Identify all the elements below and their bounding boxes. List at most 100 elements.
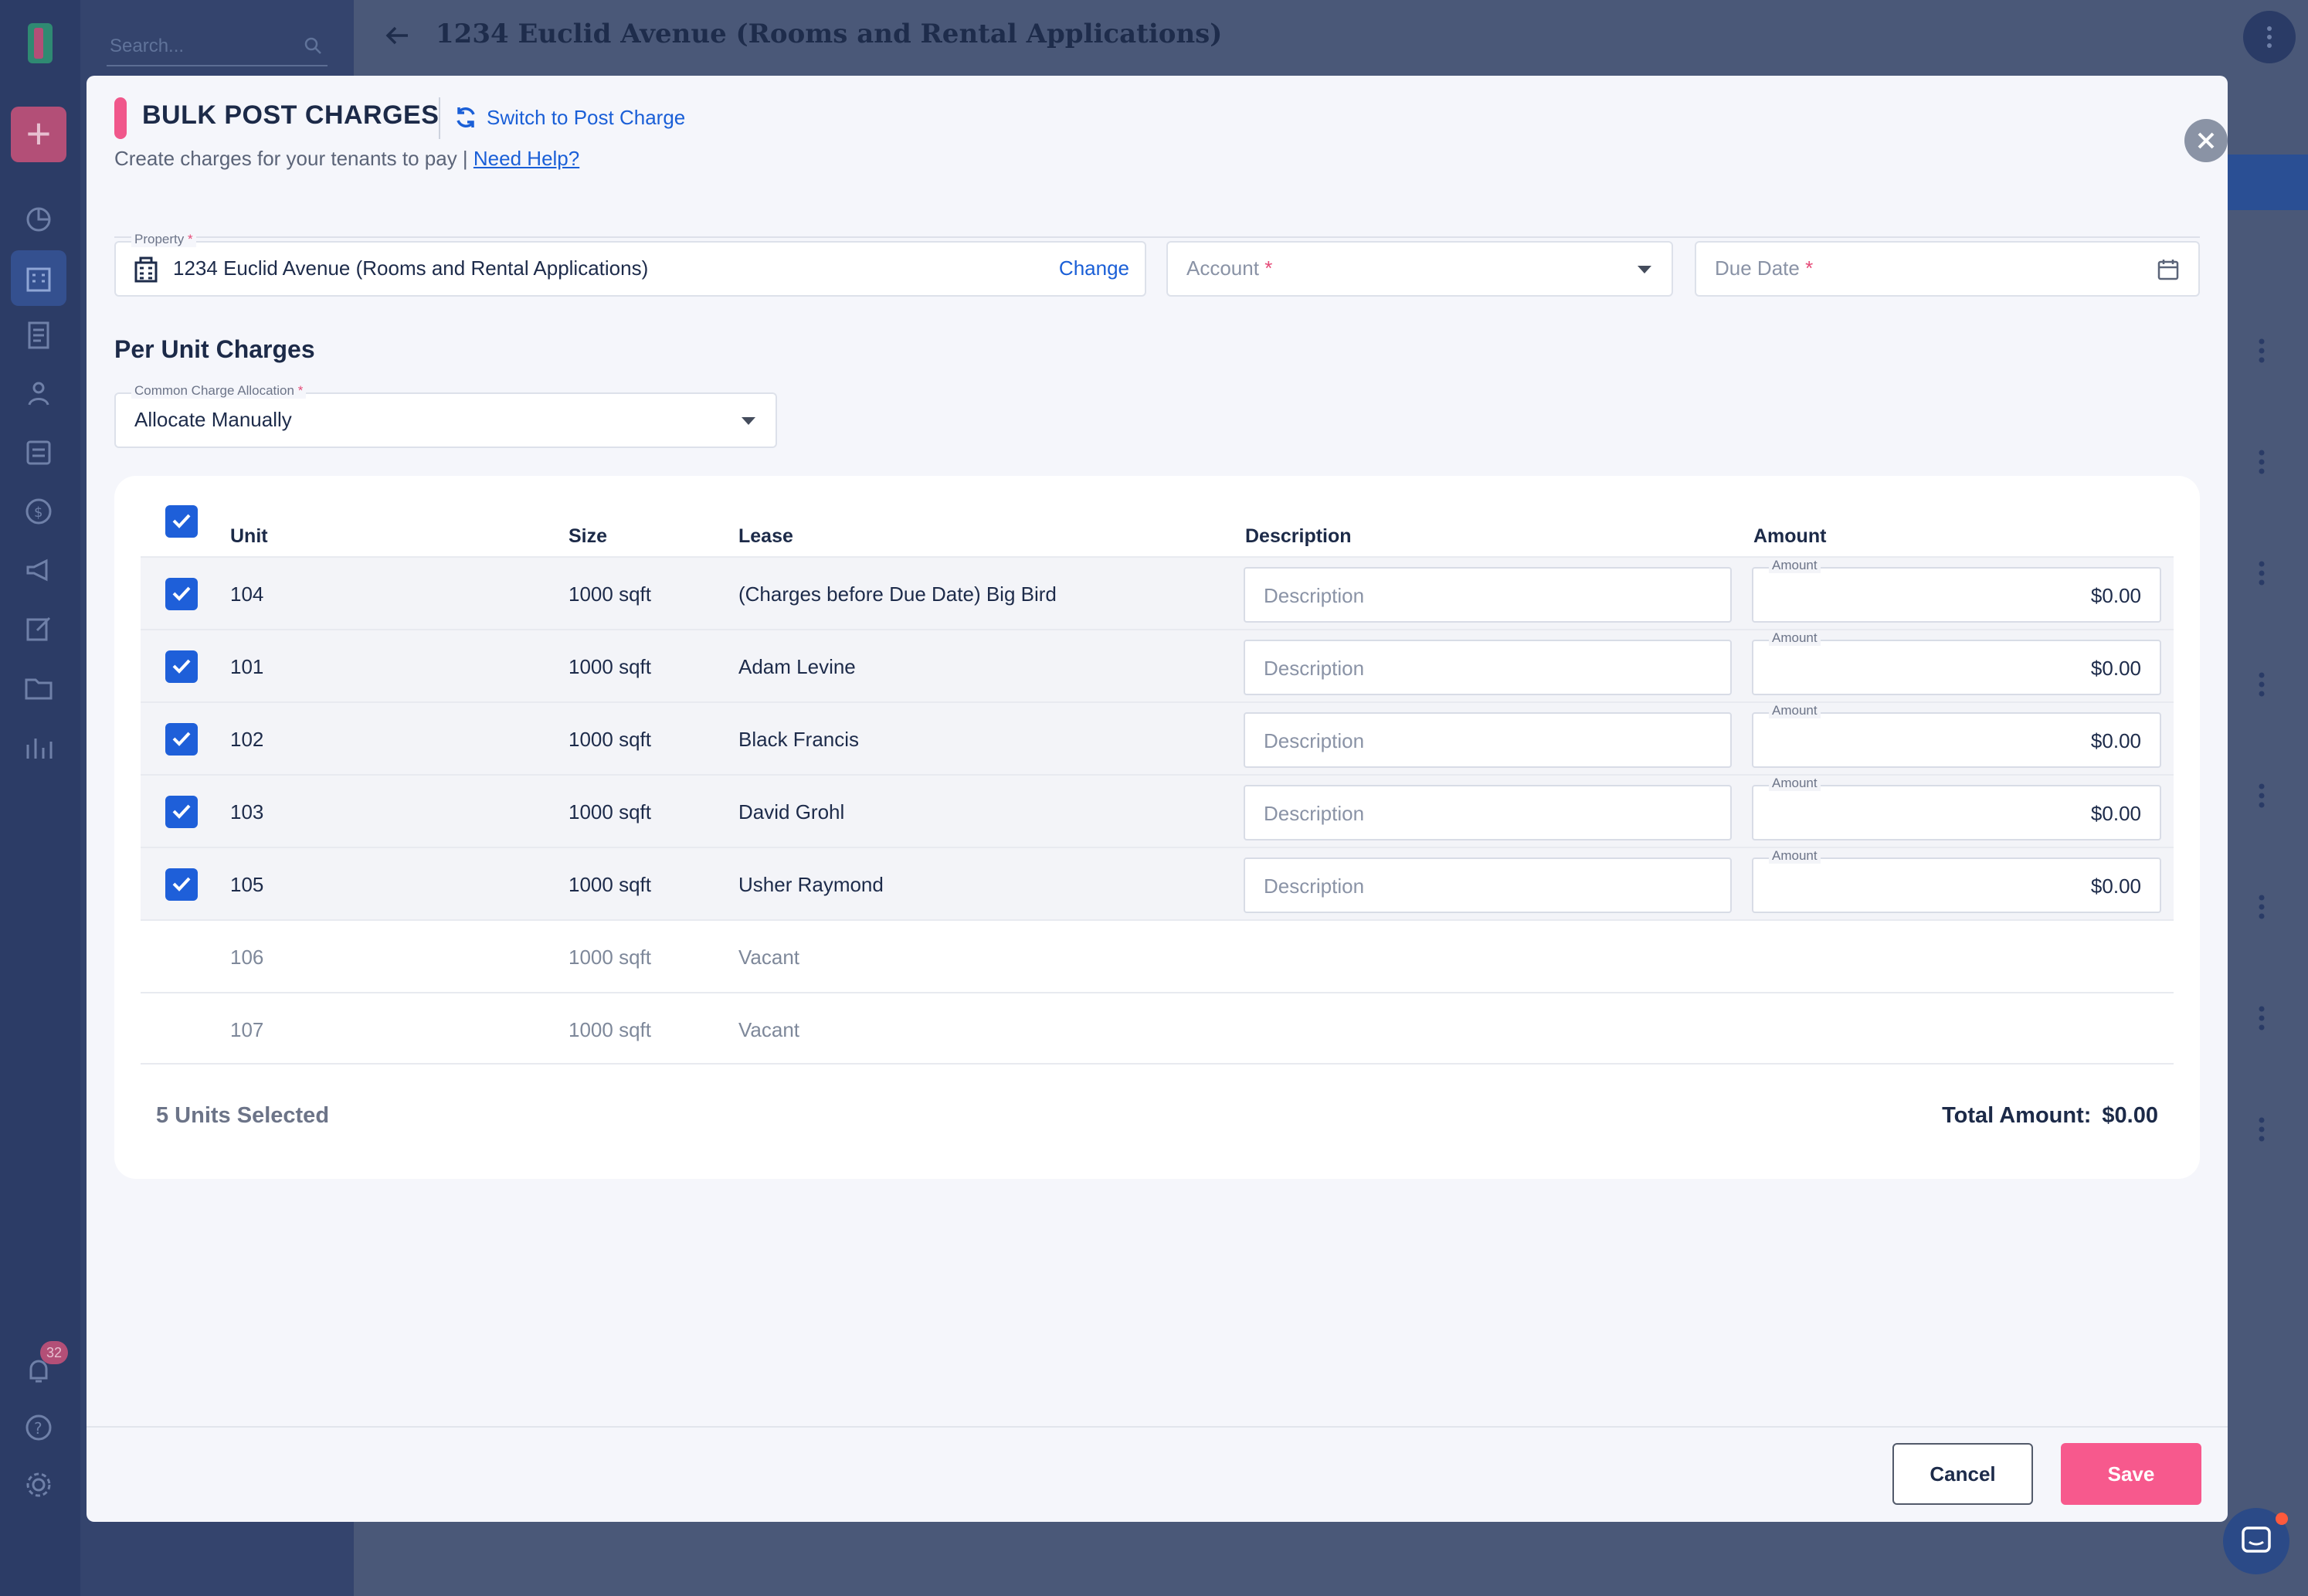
lease-cell: Vacant: [738, 946, 800, 969]
amount-value: $0.00: [2090, 874, 2141, 898]
unit-cell: 103: [230, 800, 264, 823]
tasks-icon[interactable]: [22, 436, 56, 470]
gear-icon[interactable]: [22, 1468, 56, 1502]
description-placeholder: Description: [1264, 874, 1365, 898]
description-input[interactable]: Description: [1244, 857, 1732, 913]
charge-allocation-select[interactable]: Common Charge Allocation * Allocate Manu…: [114, 383, 777, 448]
people-icon[interactable]: [22, 377, 56, 411]
select-all-checkbox[interactable]: [165, 505, 198, 538]
kebab-icon: [2259, 1006, 2265, 1031]
kebab-icon: [2259, 672, 2265, 697]
building-icon: [26, 267, 51, 292]
reports-icon[interactable]: [22, 729, 56, 763]
amount-input[interactable]: Amount $0.00: [1752, 703, 2161, 768]
check-icon: [172, 732, 191, 746]
description-input[interactable]: Description: [1244, 785, 1732, 840]
lease-cell: Adam Levine: [738, 655, 856, 678]
row-checkbox[interactable]: [165, 868, 198, 901]
switch-link-label: Switch to Post Charge: [487, 105, 686, 129]
search-icon: [304, 37, 321, 54]
check-icon: [172, 877, 191, 891]
account-select[interactable]: Account *: [1166, 241, 1673, 297]
calendar-icon[interactable]: [2157, 258, 2180, 281]
modal-header: BULK POST CHARGES Switch to Post Charge …: [114, 97, 2228, 238]
check-icon: [172, 514, 191, 528]
header-amount: Amount: [1753, 525, 1827, 547]
header-size: Size: [569, 525, 608, 547]
folder-icon[interactable]: [22, 671, 56, 705]
kebab-icon: [2267, 26, 2272, 48]
payments-icon[interactable]: $: [22, 494, 56, 528]
property-field[interactable]: Property * 1234 Euclid Avenue (Rooms and…: [114, 232, 1146, 297]
ledger-icon[interactable]: [22, 318, 56, 352]
table-row: 102 1000 sqft Black Francis Description …: [141, 701, 2174, 774]
allocation-value: Allocate Manually: [134, 408, 292, 431]
amount-label: Amount: [1769, 848, 1821, 864]
properties-nav-item[interactable]: [11, 250, 66, 306]
change-property-button[interactable]: Change: [1059, 256, 1129, 280]
amount-label: Amount: [1769, 558, 1821, 573]
description-input[interactable]: Description: [1244, 567, 1732, 623]
header-description: Description: [1245, 525, 1352, 547]
modal-subtitle: Create charges for your tenants to pay |…: [114, 147, 579, 171]
chat-unread-dot: [2276, 1513, 2288, 1525]
section-title: Per Unit Charges: [114, 335, 315, 363]
row-checkbox[interactable]: [165, 578, 198, 610]
due-date-field[interactable]: Due Date *: [1695, 241, 2200, 297]
refresh-icon: [457, 107, 475, 127]
subtitle-text: Create charges for your tenants to pay |: [114, 147, 468, 170]
size-cell: 1000 sqft: [569, 873, 651, 896]
row-checkbox[interactable]: [165, 723, 198, 756]
close-icon: [2198, 132, 2215, 149]
amount-input[interactable]: Amount $0.00: [1752, 848, 2161, 913]
edit-icon[interactable]: [22, 612, 56, 646]
close-button[interactable]: [2184, 119, 2228, 162]
bulk-post-charges-modal: BULK POST CHARGES Switch to Post Charge …: [87, 76, 2228, 1522]
amount-input[interactable]: Amount $0.00: [1752, 776, 2161, 840]
svg-text:?: ?: [34, 1419, 42, 1438]
unit-cell: 102: [230, 728, 264, 751]
chat-launcher[interactable]: [2223, 1508, 2289, 1574]
amount-value: $0.00: [2090, 802, 2141, 825]
caret-down-icon: [742, 417, 755, 425]
search-field[interactable]: Search...: [107, 26, 328, 66]
kebab-icon: [2259, 561, 2265, 586]
modal-title: BULK POST CHARGES: [142, 100, 440, 130]
description-input[interactable]: Description: [1244, 640, 1732, 695]
unit-cell: 101: [230, 655, 264, 678]
dashboard-icon[interactable]: [22, 202, 56, 236]
amount-label: Amount: [1769, 776, 1821, 791]
amount-input[interactable]: Amount $0.00: [1752, 630, 2161, 695]
lease-cell: Usher Raymond: [738, 873, 884, 896]
cancel-button[interactable]: Cancel: [1892, 1443, 2033, 1505]
amount-value: $0.00: [2090, 584, 2141, 607]
title-accent-bar: [114, 97, 127, 139]
header-lease: Lease: [738, 525, 793, 547]
switch-to-post-charge-link[interactable]: Switch to Post Charge: [453, 102, 685, 133]
property-value: 1234 Euclid Avenue (Rooms and Rental App…: [173, 256, 649, 280]
amount-value: $0.00: [2090, 729, 2141, 752]
app-logo-icon: [28, 23, 53, 63]
back-arrow-icon[interactable]: [382, 20, 412, 51]
amount-input[interactable]: Amount $0.00: [1752, 558, 2161, 623]
description-input[interactable]: Description: [1244, 712, 1732, 768]
size-cell: 1000 sqft: [569, 655, 651, 678]
kebab-icon: [2259, 783, 2265, 808]
account-placeholder: Account *: [1186, 256, 1273, 280]
save-button[interactable]: Save: [2061, 1443, 2201, 1505]
unit-cell: 106: [230, 946, 264, 969]
row-checkbox[interactable]: [165, 796, 198, 828]
lease-cell: David Grohl: [738, 800, 845, 823]
table-row: 104 1000 sqft (Charges before Due Date) …: [141, 556, 2174, 629]
row-checkbox[interactable]: [165, 650, 198, 683]
description-placeholder: Description: [1264, 802, 1365, 825]
total-amount-value: $0.00: [2102, 1103, 2158, 1128]
megaphone-icon[interactable]: [22, 553, 56, 587]
help-icon[interactable]: ?: [22, 1411, 56, 1445]
table-row: 107 1000 sqft Vacant: [141, 992, 2174, 1065]
size-cell: 1000 sqft: [569, 946, 651, 969]
add-button[interactable]: +: [11, 107, 66, 162]
page-kebab-menu[interactable]: [2243, 11, 2296, 63]
need-help-link[interactable]: Need Help?: [473, 147, 579, 170]
building-icon: [134, 256, 158, 283]
